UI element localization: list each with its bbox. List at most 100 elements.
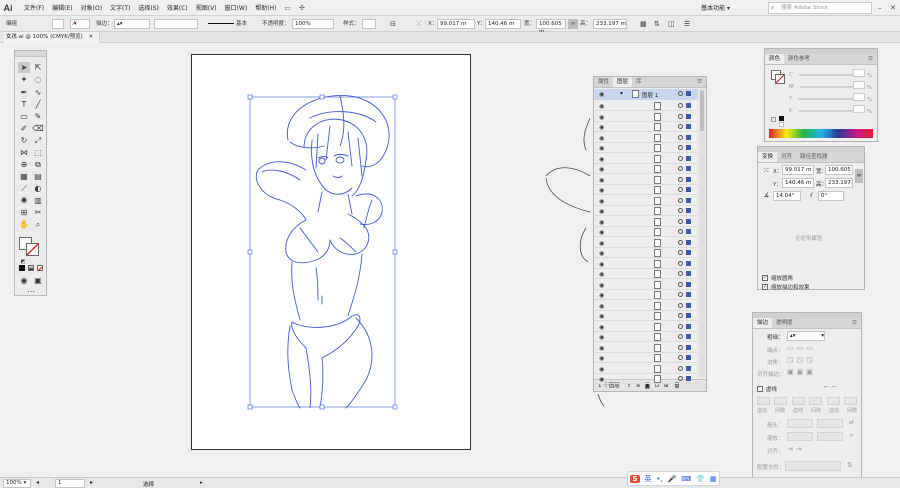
microphone-icon[interactable]: 🎤 <box>668 475 677 483</box>
target-icon[interactable] <box>678 229 683 234</box>
prev-artboard-icon[interactable]: ◂ <box>36 479 39 486</box>
flip-profile-icon[interactable]: ⇅ <box>847 461 853 469</box>
target-icon[interactable] <box>678 292 683 297</box>
selection-indicator[interactable] <box>686 229 691 234</box>
target-icon[interactable] <box>678 155 683 161</box>
tab-transform[interactable]: 变换 <box>758 152 778 162</box>
target-icon[interactable] <box>678 376 683 381</box>
target-icon[interactable] <box>678 302 683 308</box>
visibility-icon[interactable]: ◉ <box>599 334 604 341</box>
tools-panel-header[interactable] <box>15 51 46 57</box>
transform-h-input[interactable]: 233.197 <box>825 178 853 188</box>
selection-indicator[interactable] <box>686 166 691 171</box>
arrow-align-buttons[interactable]: ⇥⇥ <box>787 445 805 453</box>
constrain-proportions-icon[interactable]: ∞ <box>855 169 863 183</box>
ime-logo-icon[interactable]: S <box>630 474 640 483</box>
visibility-icon[interactable]: ◉ <box>599 187 604 194</box>
visibility-icon[interactable]: ◉ <box>599 229 604 236</box>
visibility-icon[interactable]: ◉ <box>599 198 604 205</box>
expand-icon[interactable]: ▾ <box>620 90 623 97</box>
layer-row[interactable]: ◉ <box>594 322 698 332</box>
color-mode-icon[interactable] <box>19 265 25 271</box>
target-icon[interactable] <box>678 134 683 140</box>
visibility-icon[interactable]: ◉ <box>599 135 604 142</box>
layer-row[interactable]: ◉ <box>594 185 698 195</box>
color-spectrum[interactable] <box>769 129 873 138</box>
corner-buttons[interactable]: ◳◳◳ <box>787 356 816 364</box>
visibility-icon[interactable]: ◉ <box>599 261 604 268</box>
edit-toolbar-icon[interactable]: ⋯ <box>25 286 37 297</box>
visibility-icon[interactable]: ◉ <box>599 103 604 110</box>
selection-indicator[interactable] <box>686 91 691 96</box>
visibility-icon[interactable]: ◉ <box>599 345 604 352</box>
selection-indicator[interactable] <box>686 302 691 308</box>
layer-row[interactable]: ◉ <box>594 280 698 290</box>
selection-indicator[interactable] <box>686 145 691 150</box>
scale-strokes-checkbox[interactable]: ✓ <box>762 284 768 290</box>
gradient-mode-icon[interactable] <box>28 265 34 271</box>
rotate-angle-input[interactable]: 14.04° <box>773 191 801 201</box>
rectangle-tool-icon[interactable]: ▭ <box>18 111 30 122</box>
tab-pathfinder[interactable]: 路径查找器 <box>796 152 832 162</box>
visibility-icon[interactable]: ◉ <box>599 313 604 320</box>
visibility-icon[interactable]: ◉ <box>599 250 604 257</box>
selection-indicator[interactable] <box>686 365 691 371</box>
gap-2-input[interactable] <box>809 397 823 405</box>
link-scale-icon[interactable]: ∞ <box>849 432 854 439</box>
layer-row[interactable]: ◉ <box>594 364 698 374</box>
end-scale-input[interactable] <box>817 432 843 441</box>
mesh-tool-icon[interactable]: ▦ <box>18 171 30 182</box>
toolbox-icon[interactable]: ▦ <box>710 475 717 483</box>
none-swatch-icon[interactable] <box>771 117 776 122</box>
scale-corners-checkbox[interactable]: ✓ <box>762 275 768 281</box>
blend-tool-icon[interactable]: ◐ <box>32 183 44 194</box>
selection-indicator[interactable] <box>686 155 691 161</box>
pen-tool-icon[interactable]: ✒ <box>18 87 30 98</box>
tab-align[interactable]: 对齐 <box>777 152 796 162</box>
white-swatch[interactable] <box>779 122 784 127</box>
free-transform-tool-icon[interactable]: ⬚ <box>32 147 44 158</box>
screen-mode-icon[interactable]: ▣ <box>32 275 44 286</box>
transform-x-input[interactable]: 99.017 m <box>782 165 814 175</box>
panel-menu-icon[interactable]: ☰ <box>864 54 877 64</box>
selection-indicator[interactable] <box>686 134 691 140</box>
layer-row[interactable]: ◉ <box>594 269 698 279</box>
layer-row[interactable]: ◉ <box>594 206 698 216</box>
visibility-icon[interactable]: ◉ <box>599 303 604 310</box>
layer-row[interactable]: ◉ <box>594 154 698 164</box>
layer-row[interactable]: ◉ <box>594 332 698 342</box>
target-icon[interactable] <box>678 313 683 318</box>
visibility-icon[interactable]: ◉ <box>599 292 604 299</box>
curvature-tool-icon[interactable]: ∿ <box>32 87 44 98</box>
visibility-icon[interactable]: ◉ <box>599 240 604 247</box>
selection-indicator[interactable] <box>686 292 691 297</box>
visibility-icon[interactable]: ◉ <box>599 324 604 331</box>
target-icon[interactable] <box>678 113 683 119</box>
artboard-number-input[interactable]: 1 <box>55 479 85 488</box>
layer-row-main[interactable]: ◉ ▾ 图层 1 <box>594 89 698 100</box>
target-icon[interactable] <box>678 365 683 371</box>
target-icon[interactable] <box>678 197 683 203</box>
rotate-tool-icon[interactable]: ↻ <box>18 135 30 146</box>
profile-select[interactable] <box>785 461 841 471</box>
transform-w-input[interactable]: 100.605 <box>825 165 853 175</box>
layer-row[interactable]: ◉ <box>594 290 698 300</box>
type-tool-icon[interactable]: T <box>18 99 30 110</box>
channel-m-input[interactable] <box>853 81 865 89</box>
tab-transparency[interactable]: 透明度 <box>772 318 797 328</box>
shaper-tool-icon[interactable]: ✐ <box>18 123 30 134</box>
selection-indicator[interactable] <box>686 260 691 266</box>
selection-indicator[interactable] <box>686 344 691 350</box>
status-text[interactable]: 选择 <box>143 480 154 488</box>
target-icon[interactable] <box>678 218 683 224</box>
channel-k-input[interactable] <box>853 105 865 113</box>
selected-figure-drawing[interactable] <box>255 94 390 409</box>
layer-row[interactable]: ◉ <box>594 343 698 353</box>
channel-y-slider[interactable] <box>798 98 855 100</box>
target-icon[interactable] <box>678 334 683 339</box>
layer-row[interactable]: ◉ <box>594 238 698 248</box>
none-mode-icon[interactable] <box>37 265 43 272</box>
selection-tool-icon[interactable]: ➤ <box>18 62 30 73</box>
selection-indicator[interactable] <box>686 208 691 213</box>
lasso-tool-icon[interactable]: ◌ <box>32 74 44 85</box>
